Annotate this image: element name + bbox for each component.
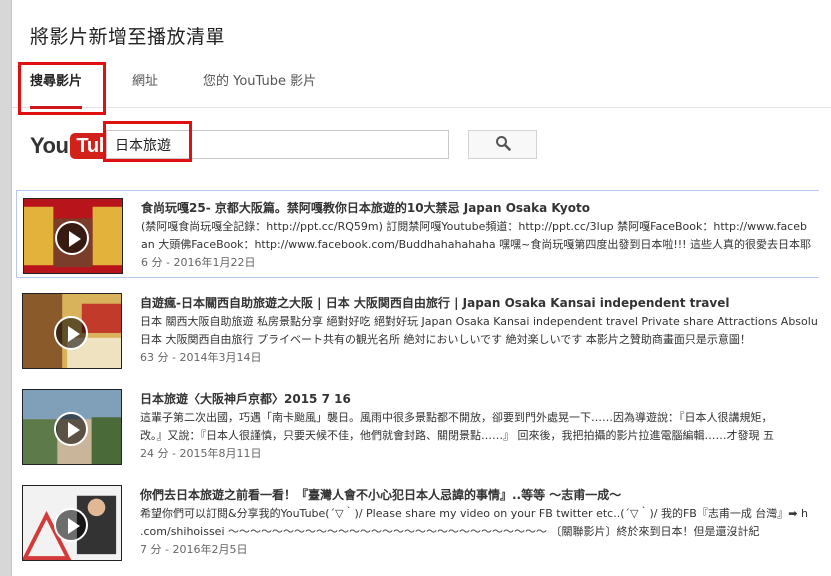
result-item[interactable]: 你們去日本旅遊之前看一看！『臺灣人會不小心犯日本人忌諱的事情』..等等 ～志甫一…	[16, 478, 819, 566]
video-description: 希望你們可以訂閱&分享我的YouTube(´▽｀)/ Please share …	[140, 505, 819, 541]
description-line: 這輩子第二次出國，巧遇「南卡颱風」襲日。風雨中很多景點都不開放，卻要到門外處晃一…	[140, 411, 773, 424]
result-item[interactable]: 食尚玩嘎25- 京都大阪篇。禁阿嘎教你日本旅遊的10大禁忌 Japan Osak…	[16, 190, 819, 278]
description-line: .com/shihoissei 〜〜〜〜〜〜〜〜〜〜〜〜〜〜〜〜〜〜〜〜〜〜〜〜…	[140, 525, 760, 538]
search-results: 食尚玩嘎25- 京都大阪篇。禁阿嘎教你日本旅遊的10大禁忌 Japan Osak…	[16, 190, 819, 576]
play-icon	[54, 412, 88, 446]
description-line: (禁阿嘎食尚玩嘎全記錄：http://ppt.cc/RQ59m) 訂閱禁阿嘎Yo…	[141, 220, 807, 233]
tab-label: 網址	[132, 74, 159, 89]
video-thumbnail[interactable]	[22, 293, 122, 369]
play-icon	[54, 508, 88, 542]
tab-label: 您的 YouTube 影片	[203, 74, 317, 89]
result-item[interactable]: 日本旅遊〈大阪神戶京都〉2015 7 16 這輩子第二次出國，巧遇「南卡颱風」襲…	[16, 382, 819, 470]
search-button[interactable]	[468, 130, 537, 159]
video-description: 日本 關西大阪自助旅遊 私房景點分享 絕對好吃 絕對好玩 Japan Osaka…	[140, 313, 819, 349]
video-title[interactable]: 你們去日本旅遊之前看一看！『臺灣人會不小心犯日本人忌諱的事情』..等等 ～志甫一…	[140, 486, 621, 503]
video-meta: 6 分 - 2016年1月22日	[141, 256, 256, 269]
video-meta: 63 分 - 2014年3月14日	[140, 351, 262, 364]
description-line: 日本 大阪関西自由旅行 プライベート共有の観光名所 絶対においしいです 絶対楽し…	[140, 333, 751, 346]
play-icon	[54, 316, 88, 350]
description-line: 日本 關西大阪自助旅遊 私房景點分享 絕對好吃 絕對好玩 Japan Osaka…	[140, 315, 818, 328]
search-highlight-annotation	[103, 121, 192, 162]
video-meta: 24 分 - 2015年8月11日	[140, 447, 262, 460]
video-title[interactable]: 自遊瘋-日本關西自助旅遊之大阪 | 日本 大阪関西自由旅行 | Japan Os…	[140, 294, 729, 311]
video-title[interactable]: 日本旅遊〈大阪神戶京都〉2015 7 16	[140, 390, 351, 407]
video-description: 這輩子第二次出國，巧遇「南卡颱風」襲日。風雨中很多景點都不開放，卻要到門外處晃一…	[140, 409, 819, 445]
description-line: 希望你們可以訂閱&分享我的YouTube(´▽｀)/ Please share …	[140, 507, 808, 520]
background-page-edge	[0, 0, 12, 576]
dialog-title: 將影片新增至播放清單	[30, 26, 226, 48]
video-description: (禁阿嘎食尚玩嘎全記錄：http://ppt.cc/RQ59m) 訂閱禁阿嘎Yo…	[141, 218, 819, 254]
result-item[interactable]: 自遊瘋-日本關西自助旅遊之大阪 | 日本 大阪関西自由旅行 | Japan Os…	[16, 286, 819, 374]
description-line: an 大頭佛FaceBook：http://www.facebook.com/B…	[141, 238, 812, 251]
video-meta: 7 分 - 2016年2月5日	[140, 543, 248, 556]
tab-highlight-annotation	[18, 62, 106, 115]
logo-you: You	[30, 133, 69, 158]
video-thumbnail[interactable]	[22, 389, 122, 465]
search-icon	[495, 135, 511, 155]
video-title[interactable]: 食尚玩嘎25- 京都大阪篇。禁阿嘎教你日本旅遊的10大禁忌 Japan Osak…	[141, 199, 590, 216]
tab-url[interactable]: 網址	[132, 56, 158, 108]
tab-your-youtube-videos[interactable]: 您的 YouTube 影片	[203, 56, 316, 108]
play-icon	[55, 221, 89, 255]
video-thumbnail[interactable]	[22, 485, 122, 561]
description-line: 改。』又說：『日本人很謹慎，只要天候不佳，他們就會封路、關閉景點……』 回來後，…	[140, 429, 774, 442]
tab-bar: 搜尋影片 網址 您的 YouTube 影片	[12, 56, 831, 109]
video-thumbnail[interactable]	[23, 198, 123, 274]
